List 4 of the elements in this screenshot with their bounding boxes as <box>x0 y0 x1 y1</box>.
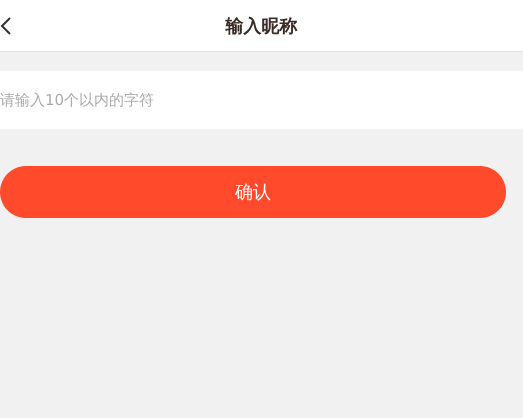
page-title: 输入昵称 <box>226 14 298 38</box>
back-icon[interactable] <box>0 16 12 36</box>
confirm-button[interactable]: 确认 <box>0 166 506 218</box>
nickname-field[interactable]: 请输入10个以内的字符 <box>0 71 523 129</box>
